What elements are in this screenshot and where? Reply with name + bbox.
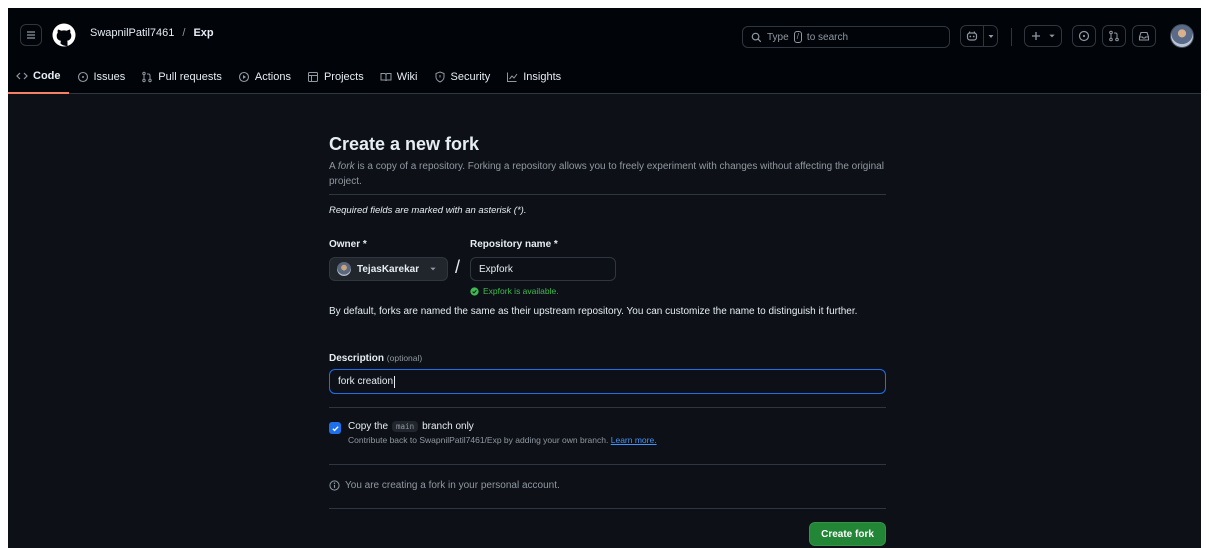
plus-icon xyxy=(1032,32,1040,40)
fork-description: A fork is a copy of a repository. Forkin… xyxy=(329,159,886,189)
header-divider xyxy=(1011,28,1012,46)
inbox-button[interactable] xyxy=(1132,25,1156,47)
fork-form: Create a new fork A fork is a copy of a … xyxy=(329,134,886,189)
search-placeholder-prefix: Type xyxy=(767,31,789,43)
breadcrumb-separator: / xyxy=(182,27,186,39)
repo-name-label: Repository name * xyxy=(470,239,558,250)
create-new-button[interactable] xyxy=(1024,25,1062,47)
table-icon xyxy=(307,72,318,82)
copy-branch-text: Copy the main branch only Contribute bac… xyxy=(348,421,657,445)
tab-insights[interactable]: Insights xyxy=(498,65,569,89)
tab-label: Security xyxy=(450,71,491,83)
issues-button[interactable] xyxy=(1072,25,1096,47)
tab-label: Pull requests xyxy=(158,71,222,83)
copilot-menu-button[interactable] xyxy=(983,25,998,47)
owner-value: TejasKarekar xyxy=(357,263,420,275)
owner-label: Owner * xyxy=(329,239,367,250)
user-avatar[interactable] xyxy=(1170,24,1194,48)
git-pull-request-icon xyxy=(142,71,152,83)
page-title: Create a new fork xyxy=(329,134,480,154)
tab-code[interactable]: Code xyxy=(8,65,69,94)
branch-name: main xyxy=(392,421,419,432)
availability-message: Expfork is available. xyxy=(470,286,559,296)
copy-help-text: Contribute back to SwapnilPatil7461/Exp … xyxy=(348,435,657,445)
description-label: Description (optional) xyxy=(329,353,422,364)
copy-help: Contribute back to SwapnilPatil7461/Exp … xyxy=(348,435,609,445)
git-pull-request-icon xyxy=(1109,30,1119,42)
menu-button[interactable] xyxy=(20,24,42,46)
description-value: fork creation xyxy=(338,376,394,387)
repo-tabs: Code Issues Pull requests Actions Projec… xyxy=(8,65,569,94)
optional-hint: (optional) xyxy=(386,353,423,363)
account-info-text: You are creating a fork in your personal… xyxy=(345,480,560,491)
search-icon xyxy=(751,32,762,42)
inbox-icon xyxy=(1138,31,1150,41)
divider xyxy=(329,464,886,465)
tab-issues[interactable]: Issues xyxy=(69,65,134,89)
github-logo-icon[interactable] xyxy=(52,23,76,47)
description-label-text: Description xyxy=(329,353,385,364)
play-icon xyxy=(238,71,249,83)
required-note: Required fields are marked with an aster… xyxy=(329,205,527,216)
tab-label: Projects xyxy=(323,71,364,83)
divider xyxy=(329,194,886,195)
shield-icon xyxy=(435,71,444,83)
naming-note: By default, forks are named the same as … xyxy=(329,306,858,317)
create-fork-button[interactable]: Create fork xyxy=(809,522,886,546)
code-icon xyxy=(16,72,28,80)
tab-label: Wiki xyxy=(396,71,418,83)
divider xyxy=(329,407,886,408)
copilot-button[interactable] xyxy=(960,25,984,47)
tab-projects[interactable]: Projects xyxy=(299,65,372,89)
issue-opened-icon xyxy=(77,71,88,83)
account-info: You are creating a fork in your personal… xyxy=(329,480,560,491)
repository-name-input[interactable]: Expfork xyxy=(470,257,616,281)
tab-actions[interactable]: Actions xyxy=(230,65,299,89)
issue-opened-icon xyxy=(1078,30,1090,42)
copy-label-post: branch only xyxy=(422,421,474,432)
text-caret xyxy=(394,375,396,388)
triangle-down-icon xyxy=(988,35,993,38)
search-placeholder-suffix: to search xyxy=(806,31,849,43)
tab-label: Insights xyxy=(523,71,562,83)
tab-label: Issues xyxy=(93,71,126,83)
breadcrumb: SwapnilPatil7461 / Exp xyxy=(90,27,214,39)
lead-pre: A xyxy=(329,161,338,172)
search-input[interactable]: Type / to search xyxy=(742,26,950,48)
copy-label-pre: Copy the xyxy=(348,421,389,432)
owner-repo-slash: / xyxy=(455,257,461,277)
copilot-icon xyxy=(966,31,978,41)
availability-text: Expfork is available. xyxy=(483,286,559,296)
copy-branch-option: Copy the main branch only Contribute bac… xyxy=(329,421,657,445)
triangle-down-icon xyxy=(430,267,436,271)
hamburger-icon xyxy=(27,31,35,39)
tab-wiki[interactable]: Wiki xyxy=(372,65,426,89)
info-icon xyxy=(329,480,340,491)
learn-more-link[interactable]: Learn more. xyxy=(611,435,657,445)
tab-pull-requests[interactable]: Pull requests xyxy=(133,65,230,89)
book-icon xyxy=(380,73,392,82)
pull-requests-button[interactable] xyxy=(1102,25,1126,47)
check-icon xyxy=(331,425,339,431)
repo-header: SwapnilPatil7461 / Exp Type / to search xyxy=(8,8,1201,94)
breadcrumb-owner[interactable]: SwapnilPatil7461 xyxy=(90,27,174,39)
check-circle-fill-icon xyxy=(470,286,479,296)
triangle-down-icon xyxy=(1049,34,1055,38)
app-window: SwapnilPatil7461 / Exp Type / to search xyxy=(8,8,1201,548)
graph-icon xyxy=(507,72,518,82)
owner-select[interactable]: TejasKarekar xyxy=(329,257,448,281)
lead-emphasis: fork xyxy=(337,161,355,172)
description-input[interactable]: fork creation xyxy=(329,369,886,394)
lead-post: is a copy of a repository. Forking a rep… xyxy=(329,161,884,187)
divider xyxy=(329,508,886,509)
search-shortcut-key: / xyxy=(793,31,802,43)
copy-branch-checkbox[interactable] xyxy=(329,422,341,434)
breadcrumb-repo[interactable]: Exp xyxy=(193,27,213,39)
tab-label: Code xyxy=(33,70,61,82)
tab-security[interactable]: Security xyxy=(426,65,499,89)
tab-label: Actions xyxy=(254,71,291,83)
owner-avatar xyxy=(337,262,351,276)
